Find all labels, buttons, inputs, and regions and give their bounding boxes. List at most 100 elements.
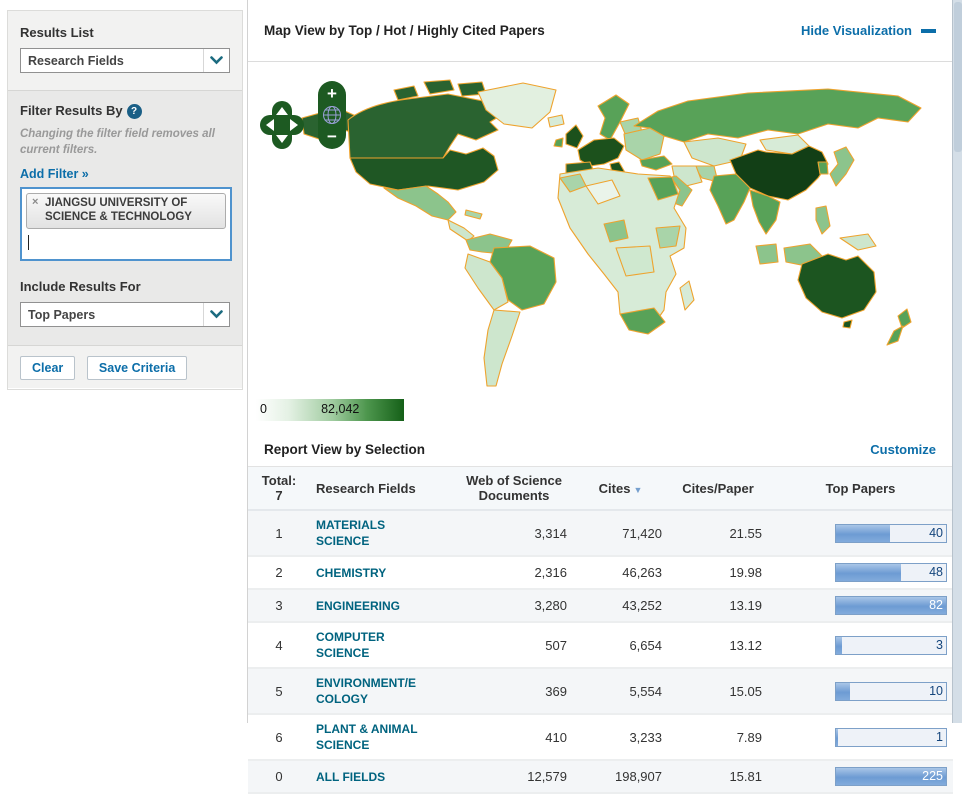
map-legend: 0 82,042 [256,399,404,421]
remove-filter-icon[interactable]: × [32,196,38,210]
cites-cell: 46,263 [573,556,668,589]
results-list-dropdown[interactable]: Research Fields [20,48,230,73]
main-panel: Map View by Top / Hot / Highly Cited Pap… [247,0,952,723]
cites-per-paper-cell: 7.89 [668,714,768,760]
top-papers-value: 1 [936,730,943,744]
legend-min: 0 [260,402,267,416]
top-papers-bar[interactable]: 3 [835,636,947,655]
rank-cell: 2 [248,556,310,589]
field-cell: ENVIRONMENT/ECOLOGY [310,668,455,714]
customize-link[interactable]: Customize [870,442,936,457]
top-papers-bar[interactable]: 1 [835,728,947,747]
top-papers-cell: 225 [768,760,953,793]
results-list-value: Research Fields [21,54,203,68]
table-row: 2 CHEMISTRY 2,31646,26319.98 48 [248,556,953,589]
zoom-control[interactable]: + − [317,80,347,150]
research-field-link[interactable]: ENGINEERING [316,599,400,613]
filter-input-box[interactable]: × JIANGSU UNIVERSITY OF SCIENCE & TECHNO… [20,187,232,261]
rank-cell: 0 [248,760,310,793]
col-cites-per-paper: Cites/Paper [668,467,768,510]
table-header-row: Total: 7 Research Fields Web of Science … [248,467,953,510]
rank-cell: 1 [248,510,310,556]
filter-note: Changing the filter field removes all cu… [20,127,230,158]
cites-cell: 3,233 [573,714,668,760]
rank-cell: 3 [248,589,310,622]
top-papers-cell: 10 [768,668,953,714]
zoom-out-icon: − [327,127,337,146]
hide-visualization-link[interactable]: Hide Visualization [801,23,936,38]
report-title: Report View by Selection [264,442,870,457]
cites-per-paper-cell: 19.98 [668,556,768,589]
chevron-down-icon[interactable] [203,303,229,326]
col-documents: Web of Science Documents [455,467,573,510]
top-papers-bar[interactable]: 40 [835,524,947,543]
rank-cell: 5 [248,668,310,714]
include-results-dropdown[interactable]: Top Papers [20,302,230,327]
table-row: 5ENVIRONMENT/ECOLOGY3695,55415.0510 [248,668,953,714]
table-row: 6PLANT & ANIMALSCIENCE4103,2337.891 [248,714,953,760]
map-region-mexico [384,186,456,220]
map-region-new-zealand [887,326,903,345]
scrollbar-thumb[interactable] [954,2,962,152]
filter-tag[interactable]: × JIANGSU UNIVERSITY OF SCIENCE & TECHNO… [26,193,226,229]
map-region-argentina [484,310,520,386]
field-cell: MATERIALSSCIENCE [310,510,455,556]
top-papers-value: 40 [929,526,943,540]
cites-cell: 43,252 [573,589,668,622]
research-field-link[interactable]: PLANT & ANIMALSCIENCE [316,722,418,752]
field-cell: COMPUTERSCIENCE [310,622,455,668]
map-title: Map View by Top / Hot / Highly Cited Pap… [264,23,801,38]
legend-max: 82,042 [321,402,359,416]
vertical-scrollbar[interactable] [952,0,962,723]
chevron-down-icon[interactable] [203,49,229,72]
documents-cell: 3,314 [455,510,573,556]
include-results-value: Top Papers [21,308,203,322]
documents-cell: 2,316 [455,556,573,589]
clear-button[interactable]: Clear [20,356,75,380]
add-filter-link[interactable]: Add Filter » [20,167,89,181]
documents-cell: 369 [455,668,573,714]
field-cell: CHEMISTRY [310,556,455,589]
pan-control[interactable] [259,100,305,150]
top-papers-bar[interactable]: 10 [835,682,947,701]
map-region-canada [348,94,503,158]
results-list-heading: Results List [20,25,230,40]
col-top-papers: Top Papers [768,467,953,510]
map-region-australia [798,254,876,318]
top-papers-value: 48 [929,565,943,579]
actions-section: Clear Save Criteria [8,346,242,388]
report-header: Report View by Selection Customize [248,432,952,467]
save-criteria-button[interactable]: Save Criteria [87,356,187,380]
research-field-link[interactable]: COMPUTERSCIENCE [316,630,385,660]
top-papers-bar[interactable]: 82 [835,596,947,615]
field-cell: ENGINEERING [310,589,455,622]
documents-cell: 410 [455,714,573,760]
map-region-western-europe [578,138,624,166]
cites-cell: 71,420 [573,510,668,556]
top-papers-cell: 3 [768,622,953,668]
top-papers-bar[interactable]: 225 [835,767,947,786]
map-region-india [710,174,750,224]
cites-per-paper-cell: 15.05 [668,668,768,714]
report-table-body: 1MATERIALSSCIENCE3,31471,42021.55402CHEM… [248,510,953,793]
collapse-minus-icon [921,29,936,33]
map-header: Map View by Top / Hot / Highly Cited Pap… [248,0,952,62]
research-field-link[interactable]: CHEMISTRY [316,566,386,580]
top-papers-bar[interactable]: 48 [835,563,947,582]
rank-cell: 4 [248,622,310,668]
research-field-link[interactable]: MATERIALSSCIENCE [316,518,385,548]
map-controls: + − [259,72,347,153]
map-area: + − 0 82,042 [248,62,952,432]
research-field-link[interactable]: ALL FIELDS [316,770,385,784]
map-region-russia [634,89,921,142]
total-header: Total: 7 [248,467,310,510]
research-field-link[interactable]: ENVIRONMENT/ECOLOGY [316,676,416,706]
col-cites-sort[interactable]: Cites▼ [573,467,668,510]
table-row: 3ENGINEERING3,28043,25213.1982 [248,589,953,622]
map-region-philippines [816,206,830,234]
world-map[interactable] [298,78,928,413]
help-icon[interactable]: ? [127,104,142,119]
cites-cell: 198,907 [573,760,668,793]
top-papers-cell: 1 [768,714,953,760]
map-region-uk [566,125,583,148]
